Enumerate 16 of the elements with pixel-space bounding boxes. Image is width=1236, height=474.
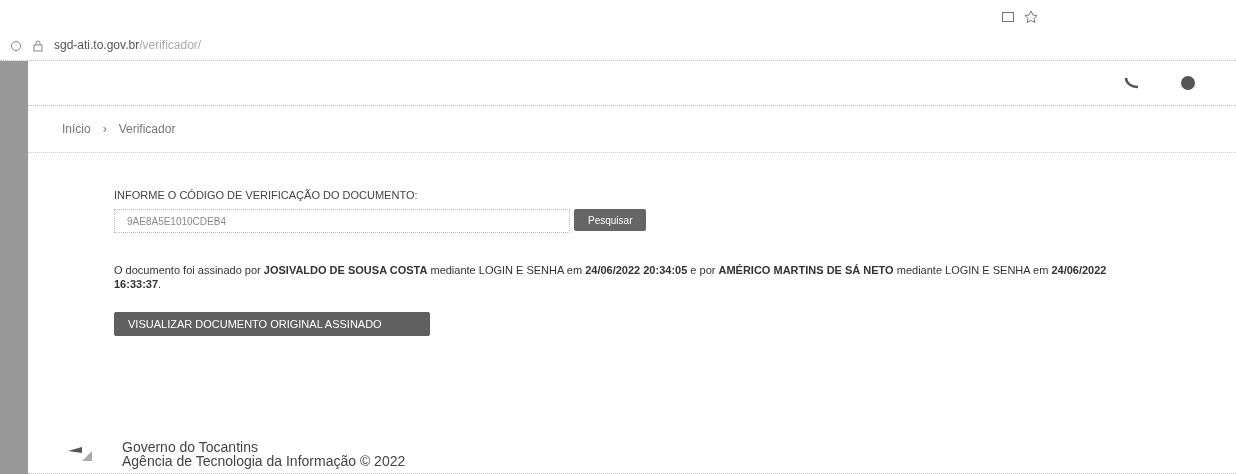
signature-text: O documento foi assinado por JOSIVALDO DE SOUSA COSTA mediante LOGIN E SENHA em 24/06/2022 20:34:05 e por AMÉRICO MARTINS DE SÁ NETO mediante LOGIN E SENHA em 24/06/2022 16:33:37. bbox=[114, 263, 1108, 292]
breadcrumb-link[interactable]: Início bbox=[62, 122, 91, 136]
help-icon[interactable] bbox=[1180, 75, 1196, 91]
footer-title: Governo do Tocantins bbox=[122, 439, 259, 455]
footer-copyright: Agência de Tecnologia da Informação © 2022 bbox=[122, 454, 406, 469]
star-icon[interactable] bbox=[1024, 10, 1038, 23]
breadcrumb-current: Verificador bbox=[118, 122, 176, 136]
search-button[interactable]: Pesquisar bbox=[574, 209, 647, 231]
phone-icon[interactable] bbox=[1124, 77, 1140, 89]
code-field[interactable]: 9AE8A5E1010CDEB4 bbox=[114, 209, 570, 233]
breadcrumb-separator: › bbox=[102, 122, 107, 136]
lock-icon bbox=[32, 40, 44, 52]
view-document-button[interactable]: VISUALIZAR DOCUMENTO ORIGINAL ASSINADO bbox=[114, 311, 430, 336]
address-bar-url[interactable]: sgd-ati.to.gov.br/verificador/ bbox=[54, 38, 202, 52]
code-label: INFORME O CÓDIGO DE VERIFICAÇÃO DO DOCUMENTO: bbox=[114, 189, 419, 201]
reload-icon[interactable] bbox=[10, 40, 22, 52]
